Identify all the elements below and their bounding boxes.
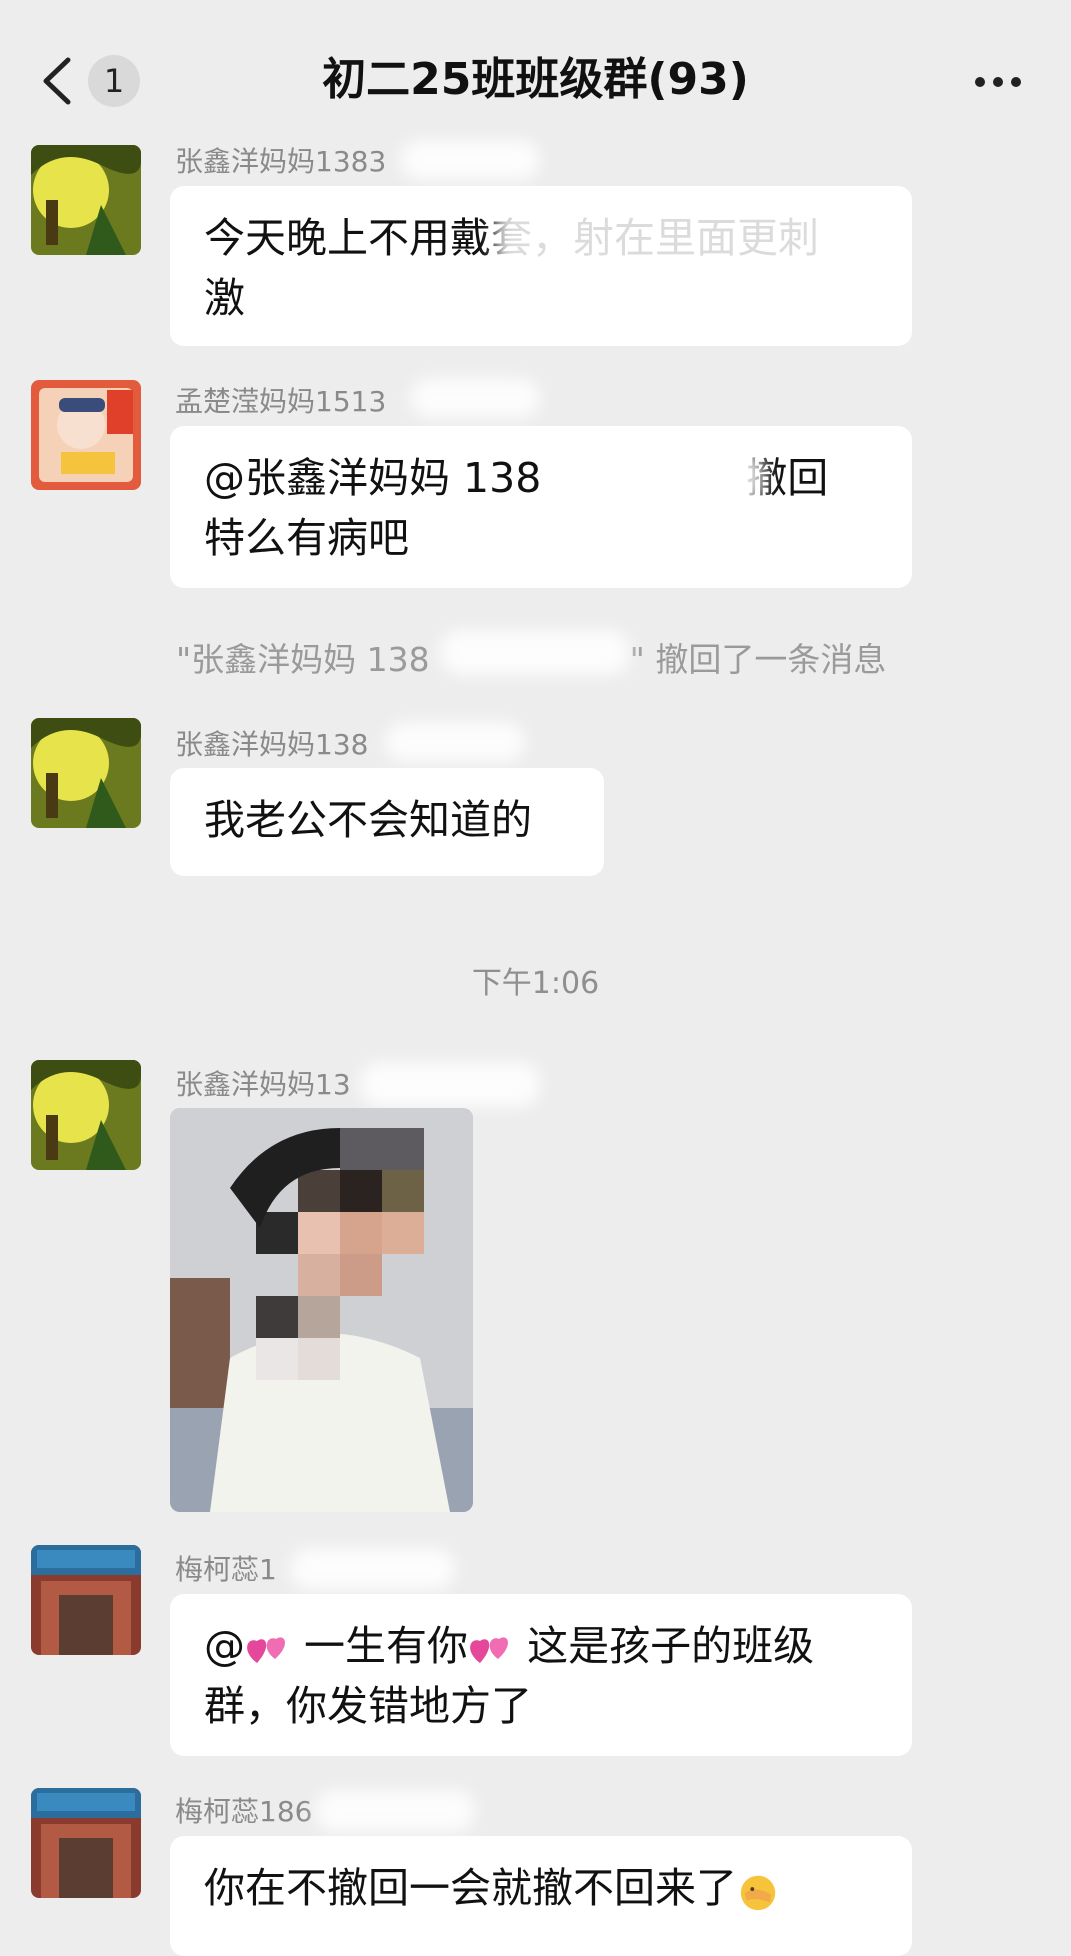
- sender-name: 梅柯蕊186: [175, 1795, 313, 1828]
- sender-name: 孟楚滢妈妈1513: [175, 385, 387, 418]
- top-bar: 1 初二25班班级群(93): [0, 0, 1071, 145]
- chat-title: 初二25班班级群(93): [322, 54, 749, 105]
- two-hearts-icon: [247, 1637, 285, 1663]
- redaction-blur: [410, 378, 540, 418]
- redaction-blur: [315, 1790, 475, 1832]
- avatar-mengchuying-mom[interactable]: [31, 380, 141, 490]
- redaction-blur: [555, 450, 765, 505]
- sender-name: 梅柯蕊1: [175, 1553, 277, 1586]
- avatar-meikerui[interactable]: [31, 1545, 141, 1655]
- mention-name: 一生有你: [304, 1622, 469, 1670]
- message-bubble[interactable]: 我老公不会知道的: [170, 768, 604, 876]
- redaction-blur: [440, 630, 630, 675]
- shared-photo[interactable]: [170, 1108, 473, 1512]
- redaction-blur: [360, 1062, 540, 1107]
- message-text-tail: 这是孩子的班级: [527, 1622, 815, 1670]
- more-options-icon[interactable]: [975, 72, 1031, 92]
- avatar-zhangxinyang-mom[interactable]: [31, 145, 141, 255]
- two-hearts-icon: [470, 1637, 509, 1663]
- message-text: @张鑫洋妈妈 138 撤回: [204, 448, 878, 508]
- redaction-blur: [495, 200, 885, 280]
- timestamp: 下午1:06: [471, 966, 600, 1001]
- message-text-body: 你在不撤回一会就撤不回来了: [204, 1864, 737, 1912]
- face-palm-emoji-icon: [740, 1875, 776, 1911]
- message-bubble[interactable]: @ 一生有你 这是孩子的班级 群，你发错地方了: [170, 1594, 912, 1756]
- sender-name: 张鑫洋妈妈1383: [175, 145, 387, 178]
- back-arrow-icon[interactable]: [40, 56, 74, 106]
- message-text: 我老公不会知道的: [204, 796, 532, 844]
- message-bubble[interactable]: 你在不撤回一会就撤不回来了: [170, 1836, 912, 1956]
- sender-name: 张鑫洋妈妈138: [175, 728, 369, 761]
- avatar-meikerui[interactable]: [31, 1788, 141, 1898]
- unread-count-badge[interactable]: 1: [88, 55, 140, 107]
- avatar-zhangxinyang-mom[interactable]: [31, 718, 141, 828]
- mention-text: @张鑫洋妈妈 138: [204, 454, 542, 502]
- mention-at: @: [204, 1622, 245, 1670]
- avatar-zhangxinyang-mom[interactable]: [31, 1060, 141, 1170]
- redaction-blur: [290, 1548, 455, 1590]
- message-text: @ 一生有你 这是孩子的班级: [204, 1616, 878, 1676]
- message-text: 群，你发错地方了: [204, 1682, 532, 1730]
- redaction-blur: [400, 140, 540, 180]
- message-text: 你在不撤回一会就撤不回来了: [204, 1858, 878, 1918]
- message-bubble[interactable]: @张鑫洋妈妈 138 撤回 特么有病吧: [170, 426, 912, 588]
- redaction-blur: [385, 722, 525, 762]
- message-text: 特么有病吧: [204, 514, 409, 562]
- sender-name: 张鑫洋妈妈13: [175, 1068, 351, 1101]
